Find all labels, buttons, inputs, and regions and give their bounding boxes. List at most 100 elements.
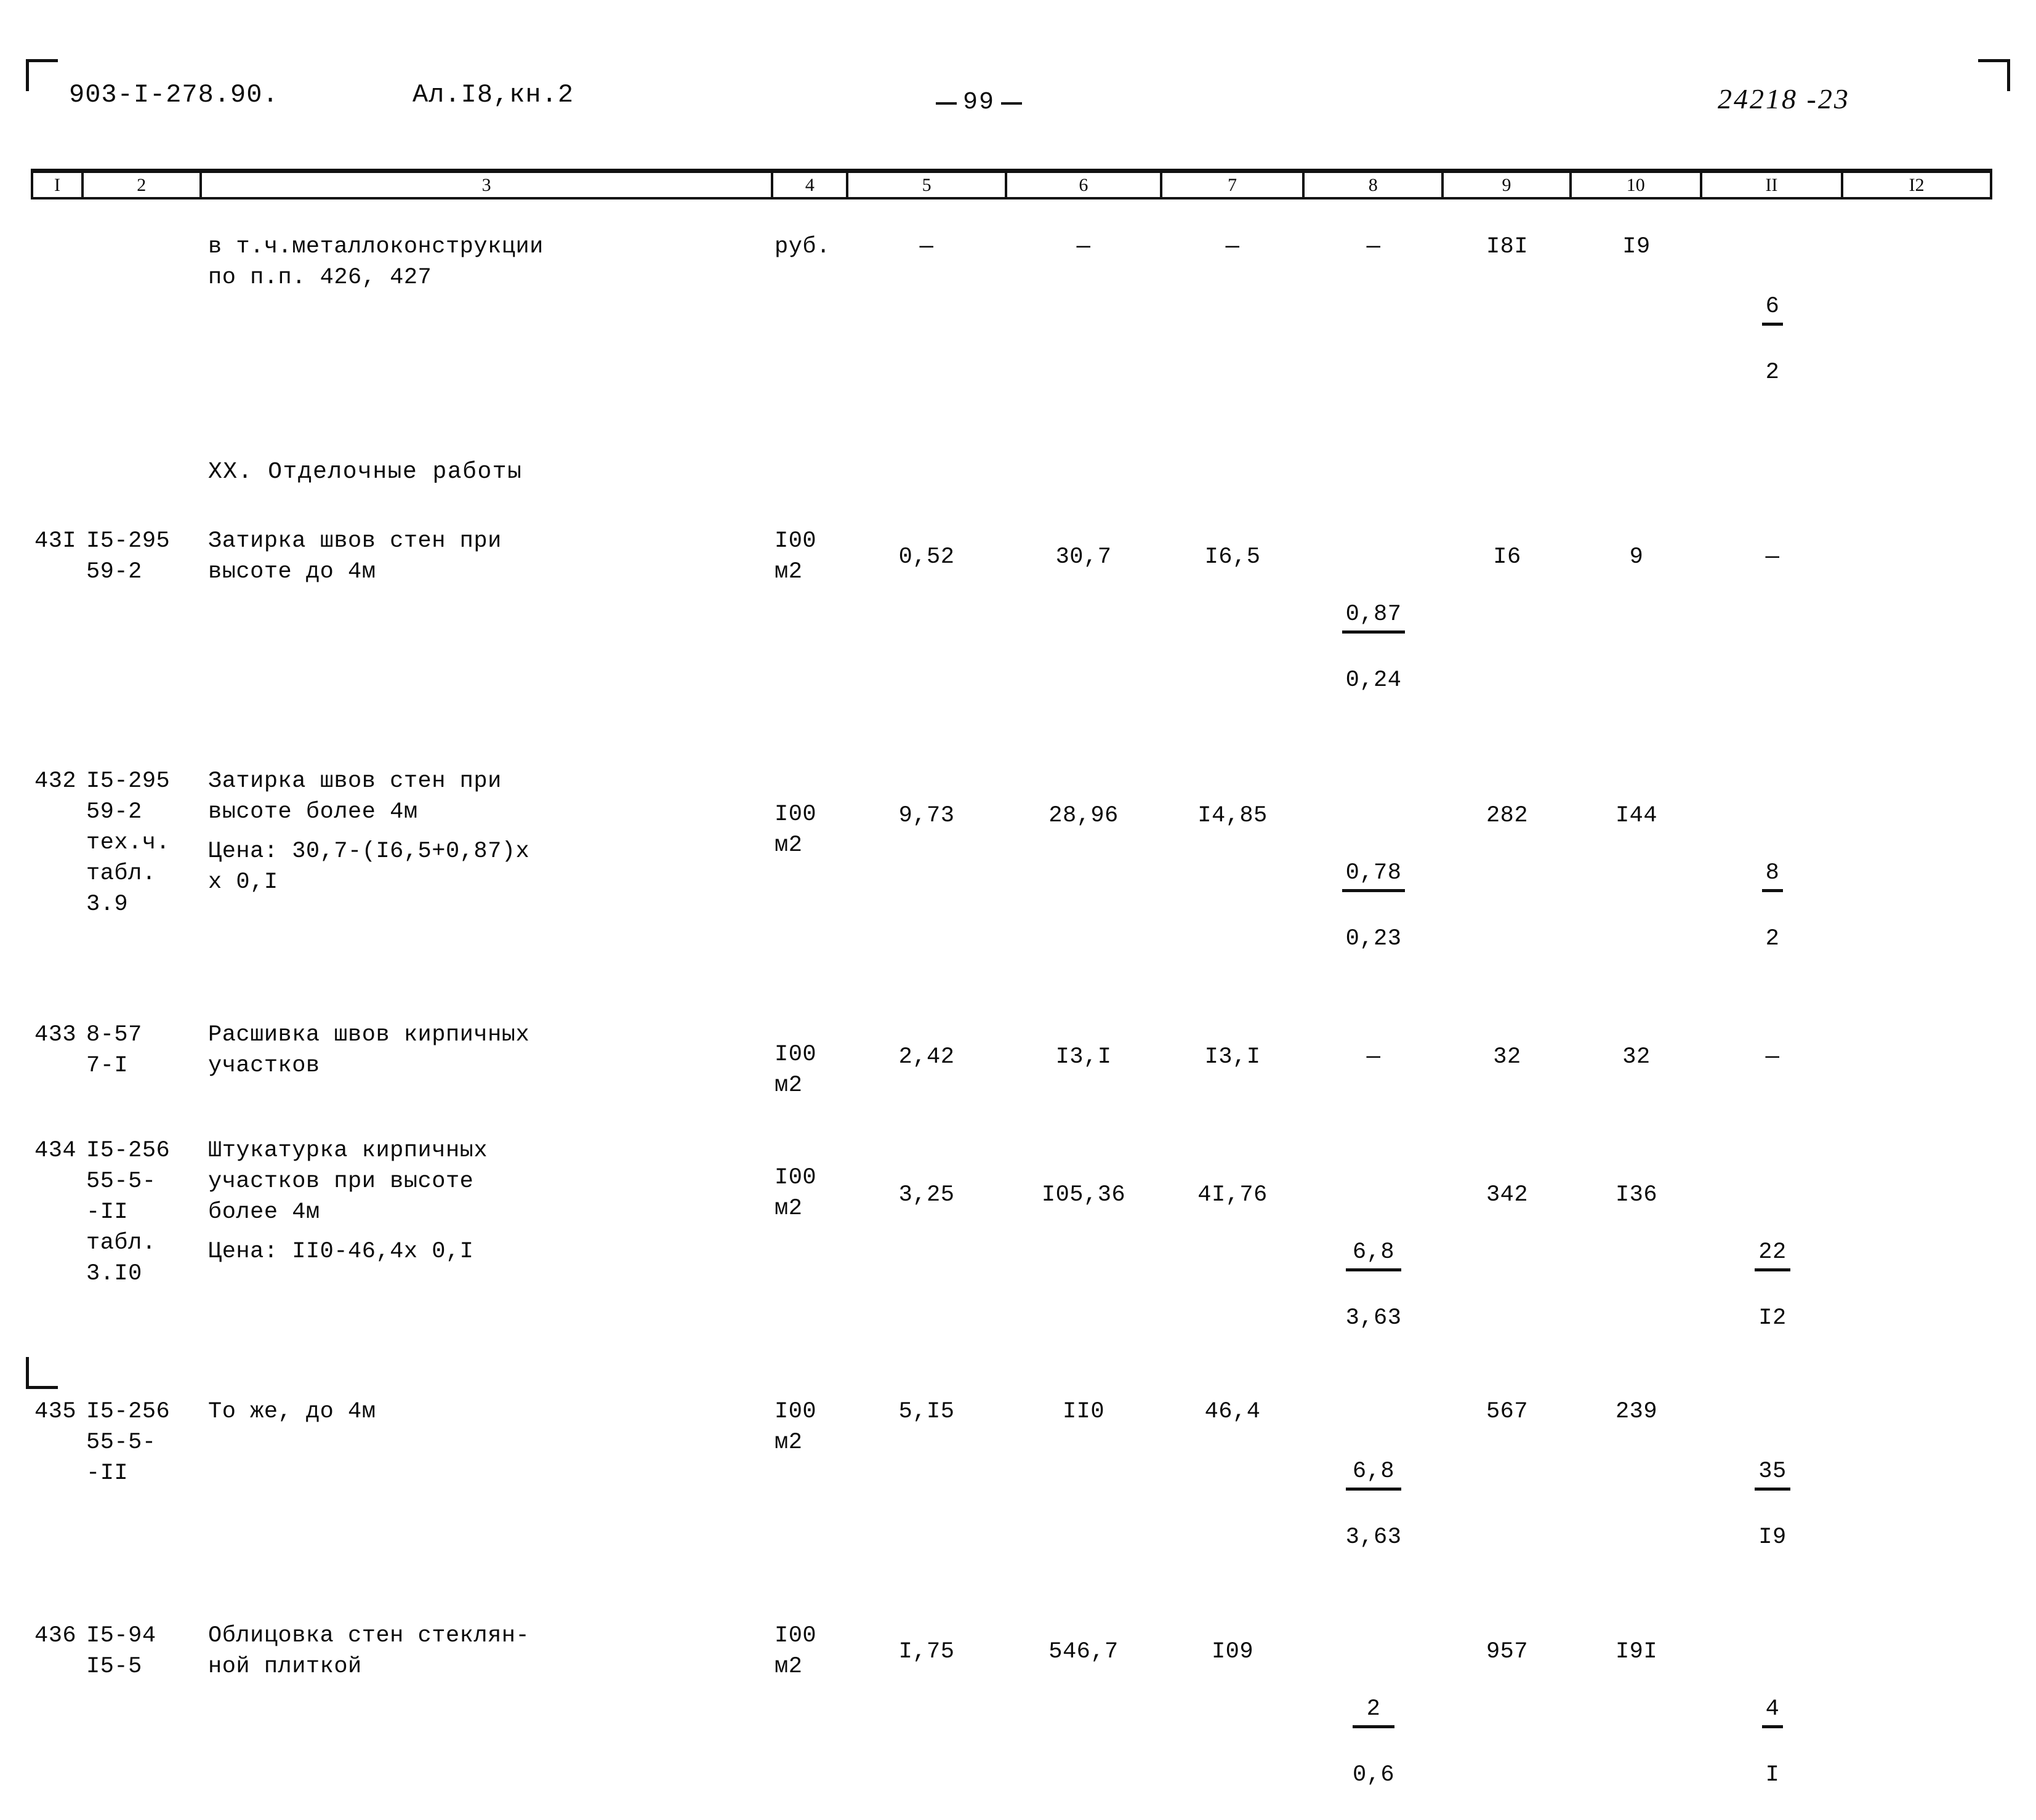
row-value-col10: I9I bbox=[1615, 1639, 1658, 1665]
row-value-col8: — bbox=[1366, 1044, 1381, 1070]
row-value-col7: I09 bbox=[1211, 1639, 1254, 1665]
fraction-numerator: 22 bbox=[1755, 1238, 1790, 1271]
row-unit: I00 м2 bbox=[775, 1165, 817, 1222]
table-row: 435 I5-256 55-5- -II То же, до 4м I00 м2… bbox=[31, 1396, 1992, 1582]
row-value-col7: — bbox=[1225, 234, 1240, 260]
row-value-col9: I6 bbox=[1493, 544, 1521, 570]
row-value-col5: — bbox=[919, 234, 934, 260]
row-value-col10: 9 bbox=[1629, 544, 1644, 570]
row-code: I5-295 59-2 тех.ч. табл. 3.9 bbox=[86, 768, 171, 917]
row-value-col10: 32 bbox=[1622, 1044, 1651, 1070]
fraction-value: 6,8 3,63 bbox=[1345, 1427, 1402, 1582]
row-value-col10: I36 bbox=[1615, 1182, 1658, 1208]
column-header-6: 6 bbox=[1007, 173, 1162, 197]
fraction-denominator: I2 bbox=[1758, 1305, 1787, 1331]
fraction-numerator: 6 bbox=[1761, 292, 1784, 326]
fraction-value: 6,8 3,63 bbox=[1345, 1208, 1402, 1363]
fraction-value: 35 I9 bbox=[1755, 1427, 1790, 1582]
row-value-col6: 546,7 bbox=[1048, 1639, 1119, 1665]
row-number: 43I bbox=[34, 528, 77, 554]
fraction-value: 4 I bbox=[1761, 1665, 1784, 1819]
row-value-col7: I4,85 bbox=[1197, 803, 1268, 829]
fraction-value: 0,87 0,24 bbox=[1342, 570, 1406, 725]
row-unit: I00 м2 bbox=[775, 1042, 817, 1098]
row-description-group: Затирка швов стен при высоте более 4м Це… bbox=[199, 766, 772, 898]
row-code: I5-256 55-5- -II bbox=[86, 1399, 171, 1486]
row-description: То же, до 4м bbox=[208, 1399, 376, 1425]
fraction-denominator: 3,63 bbox=[1345, 1305, 1402, 1331]
row-value-col8: 0,87 0,24 bbox=[1304, 526, 1443, 725]
table-row: 432 I5-295 59-2 тех.ч. табл. 3.9 Затирка… bbox=[31, 766, 1992, 984]
row-value-col6: I05,36 bbox=[1041, 1182, 1126, 1208]
archive-stamp: 24218 -23 bbox=[1718, 83, 1850, 115]
row-description: в т.ч.металлоконструкции по п.п. 426, 42… bbox=[208, 234, 544, 291]
row-value-col11: — bbox=[1765, 544, 1780, 570]
column-header-2: 2 bbox=[84, 173, 202, 197]
row-number: 434 bbox=[34, 1138, 77, 1164]
table-body: в т.ч.металлоконструкции по п.п. 426, 42… bbox=[31, 232, 1992, 1820]
table-row: 43I I5-295 59-2 Затирка швов стен при вы… bbox=[31, 526, 1992, 725]
row-number: 432 bbox=[34, 768, 77, 794]
column-header-11: II bbox=[1702, 173, 1844, 197]
column-header-10: 10 bbox=[1572, 173, 1702, 197]
fraction-numerator: 8 bbox=[1761, 858, 1784, 892]
row-value-col5: I,75 bbox=[898, 1639, 955, 1665]
row-description: Штукатурка кирпичных участков при высоте… bbox=[208, 1138, 488, 1225]
document-code: 903-I-278.90. bbox=[69, 80, 279, 110]
fraction-denominator: 2 bbox=[1765, 360, 1780, 385]
row-value-col7: 46,4 bbox=[1204, 1399, 1261, 1425]
page-header: 903-I-278.90. Ал.I8,кн.2 99 24218 -23 bbox=[0, 80, 2036, 117]
row-number: 433 bbox=[34, 1022, 77, 1048]
column-header-4: 4 bbox=[773, 173, 849, 197]
row-value-col8: — bbox=[1366, 234, 1381, 260]
page-number: 99 bbox=[930, 89, 1028, 116]
table-column-header-row: I 2 3 4 5 6 7 8 9 10 II I2 bbox=[31, 169, 1992, 199]
row-value-col11: 22 I2 bbox=[1702, 1135, 1843, 1363]
column-header-9: 9 bbox=[1444, 173, 1572, 197]
row-unit: I00 м2 bbox=[775, 802, 817, 858]
row-code: I5-256 55-5- -II табл. 3.I0 bbox=[86, 1138, 171, 1287]
column-header-3: 3 bbox=[202, 173, 774, 197]
row-value-col7: 4I,76 bbox=[1197, 1182, 1268, 1208]
page-number-dash-left bbox=[936, 102, 957, 105]
fraction-numerator: 0,78 bbox=[1342, 858, 1406, 892]
row-value-col11: 35 I9 bbox=[1702, 1396, 1843, 1582]
row-unit: руб. bbox=[775, 234, 831, 260]
fraction-value: 22 I2 bbox=[1755, 1208, 1790, 1363]
fraction-denominator: I bbox=[1765, 1762, 1780, 1788]
row-number: 435 bbox=[34, 1399, 77, 1425]
row-description: Затирка швов стен при высоте до 4м bbox=[208, 528, 502, 585]
row-value-col7: I6,5 bbox=[1204, 544, 1261, 570]
row-value-col9: 342 bbox=[1486, 1182, 1529, 1208]
row-code: I5-295 59-2 bbox=[86, 528, 171, 585]
row-value-col8: 6,8 3,63 bbox=[1304, 1135, 1443, 1363]
row-value-col5: 5,I5 bbox=[898, 1399, 955, 1425]
column-header-5: 5 bbox=[848, 173, 1007, 197]
album-reference: Ал.I8,кн.2 bbox=[412, 80, 574, 110]
row-value-col10: 239 bbox=[1615, 1399, 1658, 1425]
row-value-col9: 567 bbox=[1486, 1399, 1529, 1425]
fraction-denominator: 0,23 bbox=[1345, 926, 1402, 952]
fraction-denominator: 2 bbox=[1765, 926, 1780, 952]
row-value-col6: 28,96 bbox=[1048, 803, 1119, 829]
column-header-7: 7 bbox=[1162, 173, 1305, 197]
page-number-value: 99 bbox=[963, 89, 996, 116]
row-unit: I00 м2 bbox=[775, 528, 817, 585]
section-title: XX. Отделочные работы bbox=[208, 459, 523, 485]
row-unit: I00 м2 bbox=[775, 1623, 817, 1680]
row-value-col6: II0 bbox=[1062, 1399, 1105, 1425]
row-value-col9: 32 bbox=[1493, 1044, 1521, 1070]
fraction-value: 8 2 bbox=[1761, 829, 1784, 983]
row-value-col8: 2 0,6 bbox=[1304, 1621, 1443, 1820]
fraction-denominator: 3,63 bbox=[1345, 1524, 1402, 1550]
row-value-col5: 0,52 bbox=[898, 544, 955, 570]
row-code: I5-94 I5-5 bbox=[86, 1623, 156, 1680]
row-description: Расшивка швов кирпичных участков bbox=[208, 1022, 530, 1079]
column-header-8: 8 bbox=[1305, 173, 1444, 197]
fraction-numerator: 6,8 bbox=[1345, 1238, 1402, 1271]
table-row: 434 I5-256 55-5- -II табл. 3.I0 Штукатур… bbox=[31, 1135, 1992, 1363]
row-price-formula: Цена: 30,7-(I6,5+0,87)х х 0,I bbox=[208, 839, 530, 895]
row-value-col6: 30,7 bbox=[1055, 544, 1112, 570]
row-value-col5: 9,73 bbox=[898, 803, 955, 829]
page-number-dash-right bbox=[1001, 102, 1023, 105]
